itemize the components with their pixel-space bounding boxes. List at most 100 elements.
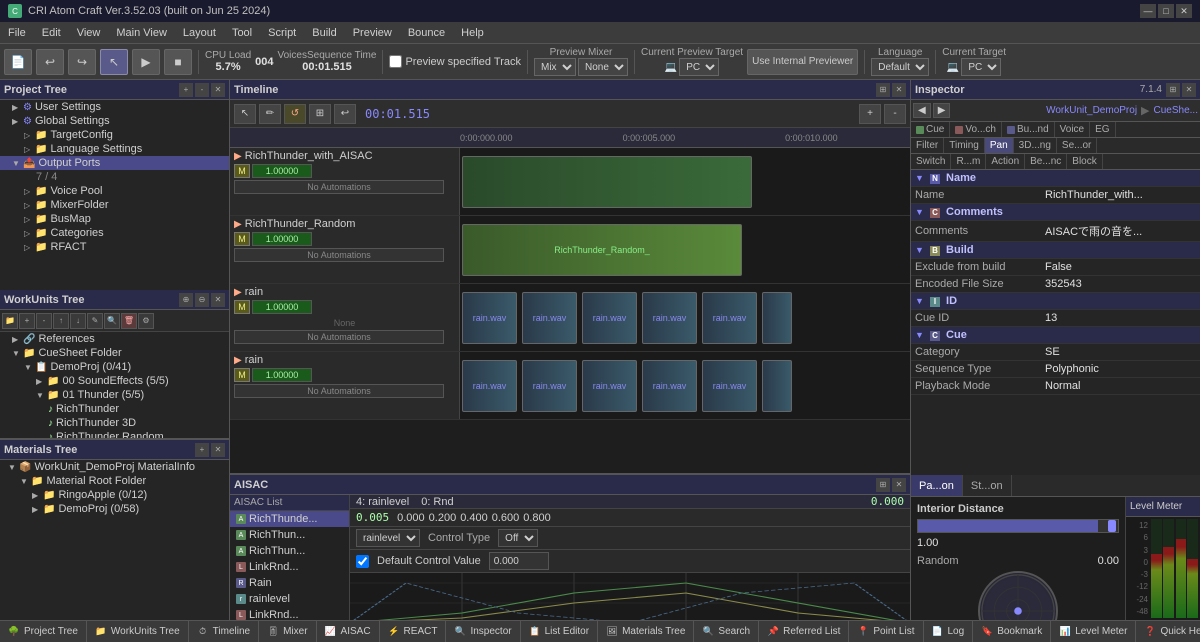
bottom-point-list[interactable]: 📍 Point List bbox=[849, 621, 923, 642]
tree-item-targetconfig[interactable]: ▷ 📁 TargetConfig bbox=[0, 128, 229, 142]
ins-tab-block[interactable]: Block bbox=[1067, 154, 1102, 169]
ins-tab-sensor[interactable]: Se...or bbox=[1057, 138, 1097, 153]
lower-tab-st[interactable]: St...on bbox=[963, 475, 1012, 496]
current-target2-select[interactable]: PC bbox=[961, 58, 1001, 76]
tl-icon-1[interactable]: ⊞ bbox=[876, 83, 890, 97]
ins-tab-pan[interactable]: Pan bbox=[985, 138, 1014, 153]
wt-btn-3[interactable]: - bbox=[36, 313, 52, 329]
menu-layout[interactable]: Layout bbox=[175, 22, 224, 43]
aisac-default-input[interactable] bbox=[489, 552, 549, 570]
track-mute-2[interactable]: M bbox=[234, 232, 250, 246]
ins-tab-benc[interactable]: Be...nc bbox=[1025, 154, 1067, 169]
new-button[interactable]: 📄 bbox=[4, 49, 32, 75]
track-content-4[interactable]: rain.wav rain.wav rain.wav rain.wav rain… bbox=[460, 352, 910, 419]
mat-icon-2[interactable]: ✕ bbox=[211, 443, 225, 457]
tl-icon-2[interactable]: ✕ bbox=[892, 83, 906, 97]
close-button[interactable]: ✕ bbox=[1176, 4, 1192, 18]
track-auto-btn-2[interactable]: No Automations bbox=[234, 248, 444, 262]
wt-btn-9[interactable]: ⚙ bbox=[138, 313, 154, 329]
tree-item-rfact[interactable]: ▷ 📁 RFACT bbox=[0, 240, 229, 254]
track-vol-4[interactable]: 1.00000 bbox=[252, 368, 312, 382]
bottom-materials-tree[interactable]: 🖼 Materials Tree bbox=[598, 621, 694, 642]
bottom-referred-list[interactable]: 📌 Referred List bbox=[759, 621, 849, 642]
bottom-timeline[interactable]: ⏱ Timeline bbox=[189, 621, 259, 642]
minimize-button[interactable]: — bbox=[1140, 4, 1156, 18]
menu-build[interactable]: Build bbox=[304, 22, 344, 43]
ins-icon-2[interactable]: ✕ bbox=[1182, 83, 1196, 97]
ins-nav-back[interactable]: ◀ bbox=[913, 103, 931, 118]
track-vol-3[interactable]: 1.00000 bbox=[252, 300, 312, 314]
lower-tab-pan[interactable]: Pa...on bbox=[911, 475, 963, 496]
wt-btn-5[interactable]: ↓ bbox=[70, 313, 86, 329]
ins-tab-action[interactable]: Action bbox=[986, 154, 1025, 169]
menu-edit[interactable]: Edit bbox=[34, 22, 69, 43]
preview-track-checkbox[interactable]: Preview specified Track bbox=[389, 55, 521, 68]
track-vol-2[interactable]: 1.00000 bbox=[252, 232, 312, 246]
wt-richthunder-3d[interactable]: ♪ RichThunder 3D bbox=[0, 416, 229, 430]
interior-slider[interactable] bbox=[917, 519, 1119, 533]
mat-icon-1[interactable]: + bbox=[195, 443, 209, 457]
wt-icon-1[interactable]: ⊕ bbox=[179, 293, 193, 307]
aisac-item-2[interactable]: A RichThun... bbox=[230, 543, 349, 559]
bottom-aisac[interactable]: 📈 AISAC bbox=[317, 621, 380, 642]
tree-item-user-settings[interactable]: ▶ ⚙ User Settings bbox=[0, 100, 229, 114]
track-content-2[interactable]: RichThunder_Random_ bbox=[460, 216, 910, 283]
track-content-3[interactable]: rain.wav rain.wav rain.wav rain.wav rain… bbox=[460, 284, 910, 351]
wt-icon-3[interactable]: ✕ bbox=[211, 293, 225, 307]
wt-cuesheet-folder[interactable]: ▼ 📁 CueSheet Folder bbox=[0, 346, 229, 360]
track-mute-4[interactable]: M bbox=[234, 368, 250, 382]
tl-zoom-in[interactable]: + bbox=[859, 104, 881, 124]
tree-item-language-settings[interactable]: ▷ 📁 Language Settings bbox=[0, 142, 229, 156]
wt-demoproj[interactable]: ▼ 📋 DemoProj (0/41) bbox=[0, 360, 229, 374]
tree-item-busmap[interactable]: ▷ 📁 BusMap bbox=[0, 212, 229, 226]
redo-button[interactable]: ↪ bbox=[68, 49, 96, 75]
bottom-search[interactable]: 🔍 Search bbox=[694, 621, 759, 642]
aisac-param-select[interactable]: rainlevel bbox=[356, 529, 420, 547]
ins-tab-rm[interactable]: R...m bbox=[951, 154, 986, 169]
bottom-list-editor[interactable]: 📋 List Editor bbox=[521, 621, 598, 642]
mix-select[interactable]: Mix bbox=[534, 58, 576, 76]
aisac-item-rain[interactable]: R Rain bbox=[230, 575, 349, 591]
ins-tab-eg[interactable]: EG bbox=[1090, 122, 1115, 137]
menu-view[interactable]: View bbox=[69, 22, 109, 43]
tree-item-output-ports[interactable]: ▼ 📤 Output Ports bbox=[0, 156, 229, 170]
tree-item-mixer[interactable]: ▷ 📁 MixerFolder bbox=[0, 198, 229, 212]
bottom-log[interactable]: 📄 Log bbox=[924, 621, 974, 642]
ins-tab-voice2[interactable]: Voice bbox=[1055, 122, 1090, 137]
aisac-item-0[interactable]: A RichThunde... bbox=[230, 511, 349, 527]
project-tree-icon-1[interactable]: + bbox=[179, 83, 193, 97]
target-select[interactable]: PC bbox=[679, 58, 719, 76]
mat-demoproj[interactable]: ▶ 📁 DemoProj (0/58) bbox=[0, 502, 229, 516]
aisac-icon-1[interactable]: ⊞ bbox=[876, 478, 890, 492]
wt-richthunder[interactable]: ♪ RichThunder bbox=[0, 402, 229, 416]
maximize-button[interactable]: □ bbox=[1158, 4, 1174, 18]
undo-button[interactable]: ↩ bbox=[36, 49, 64, 75]
ins-tab-voice[interactable]: Vo...ch bbox=[950, 122, 1002, 137]
bottom-react[interactable]: ⚡ REACT bbox=[380, 621, 447, 642]
aisac-item-linkrnd[interactable]: L LinkRnd... bbox=[230, 607, 349, 620]
ins-tab-filter[interactable]: Filter bbox=[911, 138, 944, 153]
ins-tab-3d[interactable]: 3D...ng bbox=[1014, 138, 1057, 153]
mat-workunit[interactable]: ▼ 📦 WorkUnit_DemoProj MaterialInfo bbox=[0, 460, 229, 474]
bottom-level-meter[interactable]: 📊 Level Meter bbox=[1051, 621, 1136, 642]
wt-sound-effects[interactable]: ▶ 📁 00 SoundEffects (5/5) bbox=[0, 374, 229, 388]
aisac-close[interactable]: ✕ bbox=[892, 478, 906, 492]
bottom-quick-help[interactable]: ❓ Quick Help bbox=[1136, 621, 1200, 642]
menu-script[interactable]: Script bbox=[260, 22, 304, 43]
project-tree-close[interactable]: ✕ bbox=[211, 83, 225, 97]
use-internal-btn[interactable]: Use Internal Previewer bbox=[747, 49, 858, 75]
wt-btn-1[interactable]: 📁 bbox=[2, 313, 18, 329]
menu-preview[interactable]: Preview bbox=[345, 22, 400, 43]
bottom-mixer[interactable]: 🎚 Mixer bbox=[259, 621, 316, 642]
track-auto-btn-1[interactable]: No Automations bbox=[234, 180, 444, 194]
play-button[interactable]: ▶ bbox=[132, 49, 160, 75]
tl-snap-btn[interactable]: ⊞ bbox=[309, 104, 331, 124]
wt-btn-7[interactable]: 🔍 bbox=[104, 313, 120, 329]
project-tree-icon-2[interactable]: - bbox=[195, 83, 209, 97]
ins-tab-bus[interactable]: Bu...nd bbox=[1002, 122, 1055, 137]
menu-mainview[interactable]: Main View bbox=[108, 22, 175, 43]
bottom-bookmark[interactable]: 🔖 Bookmark bbox=[973, 621, 1051, 642]
pan-circle[interactable] bbox=[978, 571, 1058, 620]
aisac-control-select[interactable]: Off bbox=[498, 529, 538, 547]
wt-btn-8[interactable]: 🗑 bbox=[121, 313, 137, 329]
